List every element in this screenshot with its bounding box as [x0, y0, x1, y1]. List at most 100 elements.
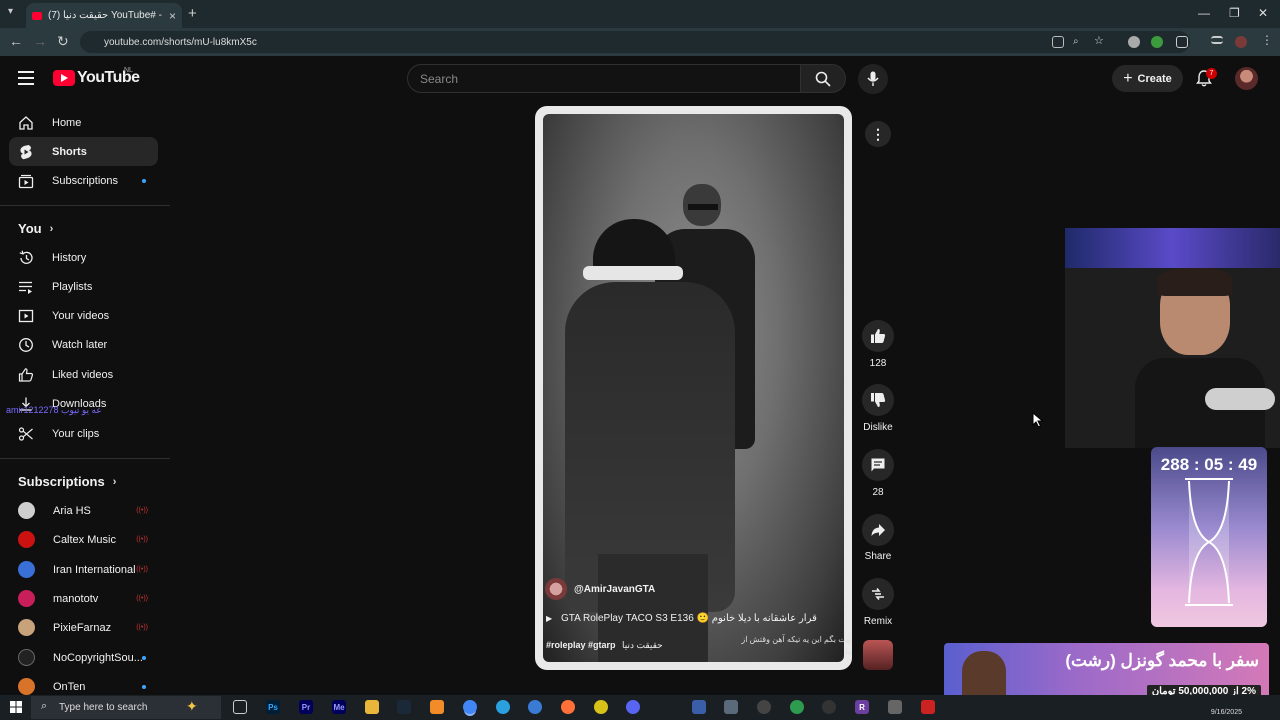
short-hashtags[interactable]: #roleplay #gtarp حقیقت دنیا: [546, 640, 663, 651]
taskbar-app-icon[interactable]: [888, 700, 902, 714]
sidebar-channel[interactable]: manototv ((•)): [9, 584, 158, 613]
sidebar-channel[interactable]: Caltex Music ((•)): [9, 525, 158, 554]
sidebar-channel[interactable]: PixieFarnaz ((•)): [9, 613, 158, 642]
taskbar-app-icon[interactable]: [724, 700, 738, 714]
dislike-icon: [871, 393, 886, 407]
taskbar-app-icon[interactable]: [757, 700, 771, 714]
webcam-overlay: [1065, 228, 1280, 448]
youtube-logo[interactable]: YouTube NL: [53, 67, 140, 87]
hashtag-links[interactable]: #roleplay #gtarp: [546, 640, 616, 650]
sidebar-item-label: Subscriptions: [52, 174, 119, 187]
live-indicator-icon: ((•)): [136, 507, 148, 514]
extension-icon[interactable]: [1128, 36, 1140, 48]
account-avatar[interactable]: [1235, 67, 1258, 90]
taskbar-app-media-encoder-icon[interactable]: Me: [332, 700, 346, 714]
taskbar-file-explorer-icon[interactable]: [365, 700, 379, 714]
sidebar-item-playlists[interactable]: Playlists: [9, 272, 158, 301]
tab-search-icon[interactable]: ▾: [8, 6, 13, 17]
sidebar-channel[interactable]: NoCopyrightSou...: [9, 643, 158, 672]
taskbar-telegram-icon[interactable]: [496, 700, 510, 714]
zoom-icon[interactable]: ⌕: [1073, 36, 1085, 48]
taskbar-app-icon[interactable]: [528, 700, 542, 714]
share-button[interactable]: [862, 514, 894, 546]
extensions-puzzle-icon[interactable]: [1176, 36, 1188, 48]
short-title[interactable]: ▶ GTA RolePlay TACO S3 E136 🙂 قرار عاشقا…: [546, 613, 817, 624]
bookmark-star-icon[interactable]: ☆: [1094, 34, 1106, 47]
sound-thumbnail[interactable]: [863, 640, 893, 670]
sidebar-item-shorts[interactable]: Shorts: [9, 137, 158, 166]
taskbar-app-icon[interactable]: [594, 700, 608, 714]
sidebar-item-home[interactable]: Home: [9, 108, 158, 137]
sidebar-item-history[interactable]: History: [9, 243, 158, 272]
sidebar-divider: [0, 205, 170, 206]
taskbar-app-icon[interactable]: [692, 700, 706, 714]
sidebar-subscriptions-heading[interactable]: Subscriptions ›: [18, 474, 116, 489]
windows-start-icon[interactable]: [10, 701, 22, 713]
taskbar-app-icon[interactable]: [790, 700, 804, 714]
sidebar-channel[interactable]: Iran International ((•)): [9, 555, 158, 584]
video-figure-cap-brim: [583, 266, 683, 280]
taskbar-chrome-icon[interactable]: [463, 700, 477, 714]
sidebar-item-watch-later[interactable]: Watch later: [9, 330, 158, 359]
browser-toolbar: ← → ↻ youtube.com/shorts/mU-lu8kmX5c ⌕ ☆…: [0, 28, 1280, 56]
minimize-button[interactable]: —: [1198, 6, 1210, 20]
taskbar-app-icon[interactable]: [921, 700, 935, 714]
sidebar-item-liked-videos[interactable]: Liked videos: [9, 360, 158, 389]
install-app-icon[interactable]: [1052, 36, 1064, 48]
subscriptions-icon: [18, 173, 34, 189]
microphone-icon: [867, 71, 879, 86]
youtube-play-icon: [53, 70, 75, 86]
taskbar-app-r-icon[interactable]: R: [855, 700, 869, 714]
stream-chat-overlay-text: amir1212278 عه یو تیوب: [6, 405, 102, 415]
taskbar-discord-icon[interactable]: [626, 700, 640, 714]
taskbar-app-photoshop-icon[interactable]: Ps: [266, 700, 280, 714]
taskbar-steam-icon[interactable]: [397, 700, 411, 714]
channel-name: OnTen: [53, 680, 86, 693]
taskbar-app-icon[interactable]: [430, 700, 444, 714]
watch-later-icon: [18, 337, 34, 353]
remix-button[interactable]: [862, 578, 894, 610]
maximize-button[interactable]: ❐: [1229, 6, 1240, 20]
dislike-button[interactable]: [862, 384, 894, 416]
channel-name: Caltex Music: [53, 533, 116, 546]
search-input[interactable]: Search: [407, 64, 801, 93]
browser-tab[interactable]: (7) حقیقت دنیا YouTube# - ... ×: [26, 3, 182, 28]
like-button[interactable]: [862, 320, 894, 352]
comments-button[interactable]: [862, 449, 894, 481]
sidebar-item-subscriptions[interactable]: Subscriptions: [9, 166, 158, 195]
tab-close-icon[interactable]: ×: [169, 9, 176, 23]
task-view-icon[interactable]: [233, 700, 247, 714]
extension-icon[interactable]: [1151, 36, 1163, 48]
hashtag-fa[interactable]: حقیقت دنیا: [622, 640, 663, 650]
sidebar-item-your-videos[interactable]: Your videos: [9, 301, 158, 330]
short-channel-row[interactable]: @AmirJavanGTA: [545, 578, 655, 600]
taskbar-obs-icon[interactable]: [822, 700, 836, 714]
taskbar-firefox-icon[interactable]: [561, 700, 575, 714]
menu-dots-icon[interactable]: ⋮: [1261, 33, 1273, 47]
reload-icon[interactable]: ↻: [57, 33, 69, 50]
close-window-button[interactable]: ✕: [1258, 6, 1268, 20]
sidebar-item-label: History: [52, 251, 87, 264]
sidebar-channel[interactable]: Aria HS ((•)): [9, 496, 158, 525]
short-channel-name[interactable]: @AmirJavanGTA: [574, 584, 655, 595]
sidebar-item-your-clips[interactable]: Your clips: [9, 419, 158, 448]
sidebar-item-label: Playlists: [52, 280, 93, 293]
search-button[interactable]: [800, 64, 846, 93]
channel-avatar[interactable]: [545, 578, 567, 600]
create-button[interactable]: + Create: [1112, 65, 1183, 92]
new-tab-button[interactable]: +: [188, 5, 197, 22]
taskbar-app-premiere-icon[interactable]: Pr: [299, 700, 313, 714]
sidebar-item-label: Home: [52, 116, 82, 129]
forward-icon[interactable]: →: [33, 33, 47, 49]
sidebar-divider: [0, 458, 170, 459]
menu-hamburger-icon[interactable]: [18, 71, 34, 85]
search-highlight-sparkle-icon: ✦: [186, 698, 198, 714]
short-description: بهت بگم این یه تیکه آهن وقتش از ما: [741, 635, 852, 656]
profile-icon[interactable]: [1235, 36, 1247, 48]
sidebar-you-heading[interactable]: You ›: [18, 221, 53, 236]
back-icon[interactable]: ←: [9, 33, 23, 49]
more-options-icon[interactable]: ⋮: [865, 121, 891, 147]
address-bar[interactable]: youtube.com/shorts/mU-lu8kmX5c: [80, 31, 1190, 53]
voice-search-button[interactable]: [858, 64, 888, 94]
tab-list-icon[interactable]: [1211, 36, 1223, 44]
